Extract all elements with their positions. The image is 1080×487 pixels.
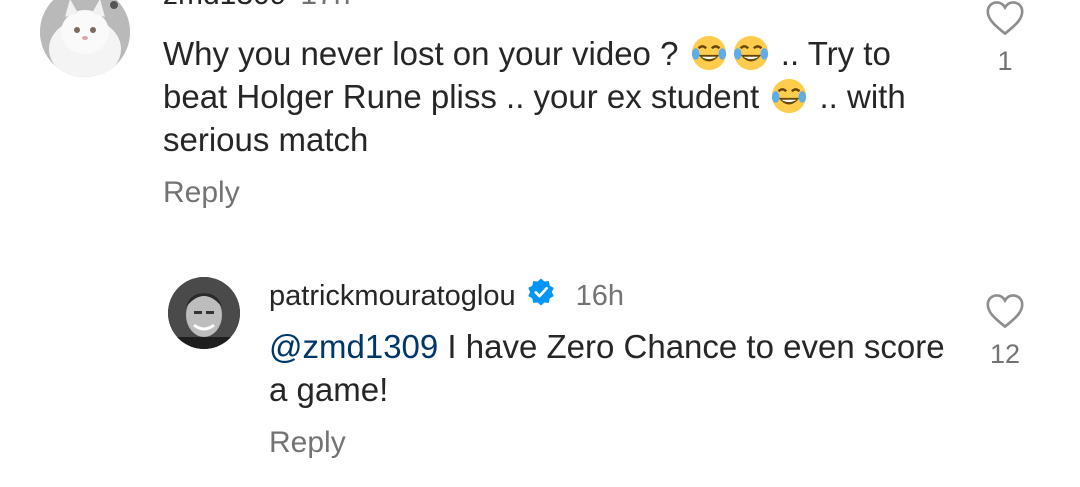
comment-username[interactable]: zmd1309: [163, 0, 286, 11]
like-count: 1: [997, 46, 1013, 76]
avatar[interactable]: [168, 277, 240, 349]
reply-button[interactable]: Reply: [163, 176, 240, 210]
reply-time: 16h: [575, 279, 625, 312]
comment-zmd1309: zmd1309 17h Why you never lost on your vi…: [0, 0, 1080, 230]
comment-header: zmd1309 17h: [163, 0, 350, 12]
laughing-emoji-icon: [691, 35, 726, 71]
cat-avatar-image: [40, 0, 130, 77]
reply-username[interactable]: patrickmouratoglou: [269, 280, 516, 313]
reply-body: @zmd1309 I have Zero Chance to even scor…: [269, 325, 949, 411]
heart-icon[interactable]: [985, 293, 1025, 329]
laughing-emoji-icon: [772, 78, 807, 114]
comment-time: 17h: [300, 0, 350, 11]
mention-link[interactable]: @zmd1309: [269, 328, 438, 365]
like-count: 12: [989, 339, 1021, 369]
comment-text-part1: Why you never lost on your video ?: [163, 35, 679, 72]
laughing-emoji-icon: [733, 35, 768, 71]
comment-body: Why you never lost on your video ? .. Tr…: [163, 32, 953, 161]
person-avatar-image: [168, 277, 240, 349]
avatar[interactable]: [40, 0, 130, 77]
like-column: 12: [975, 293, 1035, 370]
reply-button[interactable]: Reply: [269, 426, 346, 460]
verified-badge-icon: [526, 277, 556, 315]
reply-header: patrickmouratoglou 16h: [269, 277, 624, 315]
heart-icon[interactable]: [985, 0, 1025, 36]
like-column: 1: [975, 0, 1035, 77]
